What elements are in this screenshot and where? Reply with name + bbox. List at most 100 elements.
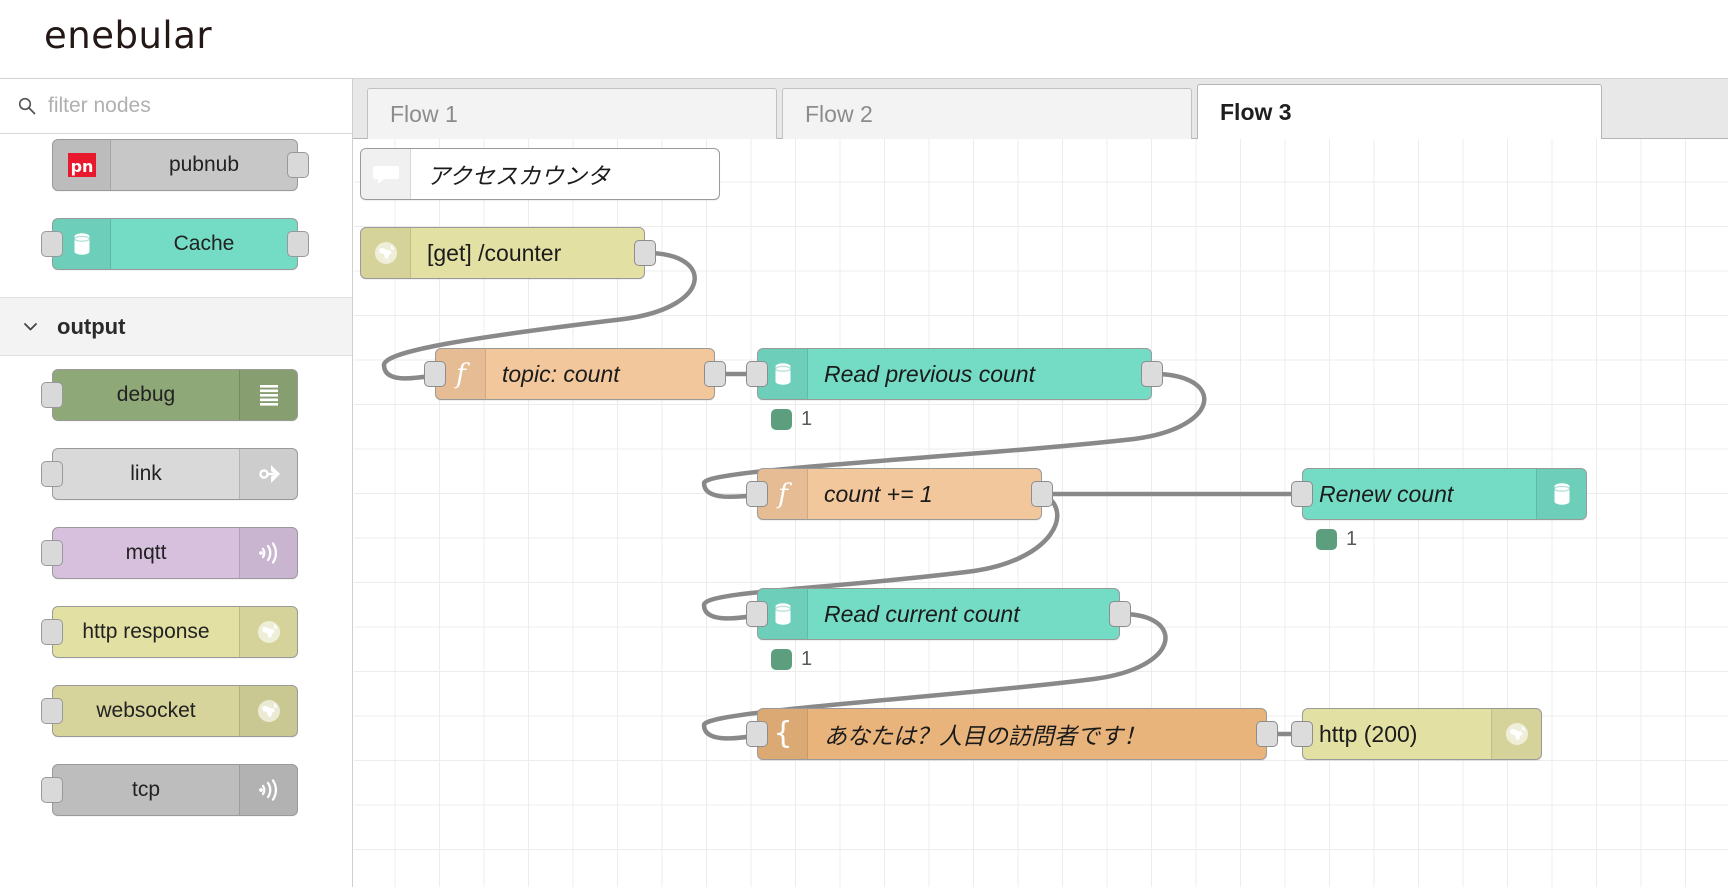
flow-node-read-prev[interactable]: Read previous count [746,348,1163,400]
svg-text:f: f [776,479,792,509]
palette-top-nodes: pn pubnub Cache [0,134,352,270]
svg-text:{: { [773,719,792,749]
svg-text:f: f [454,359,470,389]
palette-node-link[interactable]: link [41,448,298,500]
chevron-down-icon [22,318,39,335]
palette-node-input-port [41,698,63,724]
pubnub-icon: pn [53,140,111,190]
flow-node-status-badge: 1 [771,648,812,671]
flow-node-output-port[interactable] [1141,361,1163,387]
palette-node-label: pubnub [168,153,240,176]
palette-node-input-port [41,619,63,645]
flow-node-input-port[interactable] [746,721,768,747]
flow-node-label: topic: count [502,360,620,387]
flow-node-label: Renew count [1319,480,1454,507]
palette-search-row [0,79,352,134]
palette-node-label: Cache [173,232,235,255]
flow-node-label: Read previous count [824,360,1035,387]
palette-node-http-response[interactable]: http response [41,606,298,658]
status-dot-icon [771,409,792,430]
palette-node-output-port [287,152,309,178]
flow-node-output-port[interactable] [1031,481,1053,507]
flow-node-input-port[interactable] [746,361,768,387]
palette-output-nodes: debug link mqtt http response websocket tcp [0,356,352,816]
palette-node-input-port [41,777,63,803]
palette-node-input-port [41,231,63,257]
status-dot-icon [1316,529,1337,550]
app-header: enebular [0,0,1728,79]
status-text: 1 [801,408,813,430]
search-input[interactable] [46,93,326,119]
flow-node-label: count += 1 [824,480,933,507]
flow-node-label: アクセスカウンタ [427,163,610,189]
globe-icon [1491,709,1541,759]
link-out-icon [239,449,297,499]
palette-node-cache[interactable]: Cache [41,218,309,270]
flow-node-input-port[interactable] [746,601,768,627]
comment-icon [361,149,411,199]
palette-node-input-port [41,461,63,487]
flow-node-read-current[interactable]: Read current count [746,588,1131,640]
palette-node-pubnub[interactable]: pn pubnub [52,139,309,191]
flow-node-status-badge: 1 [1316,528,1357,551]
broadcast-icon [239,765,297,815]
status-dot-icon [771,649,792,670]
palette-category-output[interactable]: output [0,297,352,356]
palette-node-mqtt[interactable]: mqtt [41,527,298,579]
flow-node-template[interactable]: { あなたは？人目の訪問者です！ [746,708,1278,760]
flow-node-input-port[interactable] [1291,721,1313,747]
palette-node-label: link [130,462,162,485]
tab-flow-1[interactable]: Flow 1 [367,88,777,140]
tab-label: Flow 1 [390,101,458,127]
tab-flow-2[interactable]: Flow 2 [782,88,1192,140]
flow-node-output-port[interactable] [1256,721,1278,747]
status-text: 1 [1346,528,1358,550]
flow-tab-bar: Flow 1 Flow 2 Flow 3 [353,79,1728,140]
tab-label: Flow 2 [805,101,873,127]
flow-node-label: Read current count [824,600,1020,627]
search-icon [18,97,36,115]
palette-node-websocket[interactable]: websocket [41,685,298,737]
palette-node-label: mqtt [125,541,167,564]
list-icon [239,370,297,420]
tab-label: Flow 3 [1220,99,1292,125]
palette-node-label: http response [82,620,210,643]
flow-node-comment[interactable]: アクセスカウンタ [360,148,720,200]
palette-node-input-port [41,382,63,408]
flow-node-output-port[interactable] [704,361,726,387]
flow-node-topic-count[interactable]: f topic: count [424,348,726,400]
palette-node-label: websocket [96,699,196,722]
enebular-flow-editor: enebular pn pubnub Cache output [0,0,1728,887]
flow-node-output-port[interactable] [634,240,656,266]
flow-node-output-port[interactable] [1109,601,1131,627]
database-icon [1536,469,1586,519]
tab-flow-3[interactable]: Flow 3 [1197,84,1602,140]
palette-node-output-port [287,231,309,257]
palette-category-label: output [57,313,126,339]
flow-node-renew-count[interactable]: Renew count [1291,468,1587,520]
flow-node-input-port[interactable] [1291,481,1313,507]
broadcast-icon [239,528,297,578]
svg-text:pn: pn [70,157,93,176]
flow-node-label: http (200) [1319,720,1418,747]
flow-node-count-plus[interactable]: f count += 1 [746,468,1053,520]
status-text: 1 [801,648,813,670]
flow-node-http-resp[interactable]: http (200) [1291,708,1542,760]
globe-icon [239,607,297,657]
flow-node-input-port[interactable] [424,361,446,387]
palette-node-debug[interactable]: debug [41,369,298,421]
palette-node-label: debug [116,383,176,406]
flow-node-http-in[interactable]: [get] /counter [360,227,656,279]
flow-node-label: あなたは？人目の訪問者です！ [824,723,1146,749]
flow-node-label: [get] /counter [427,239,562,266]
palette-scroll-area[interactable]: pn pubnub Cache output debug link mqtt http r… [0,134,352,887]
palette-node-input-port [41,540,63,566]
globe-icon [361,228,411,278]
palette-node-label: tcp [131,778,160,801]
globe-icon [239,686,297,736]
brand-logo[interactable]: enebular [44,14,212,57]
flow-node-status-badge: 1 [771,408,812,431]
flow-canvas[interactable]: アクセスカウンタ [get] /counter f topic: count Read … [354,139,1728,887]
flow-node-input-port[interactable] [746,481,768,507]
palette-node-tcp[interactable]: tcp [41,764,298,816]
